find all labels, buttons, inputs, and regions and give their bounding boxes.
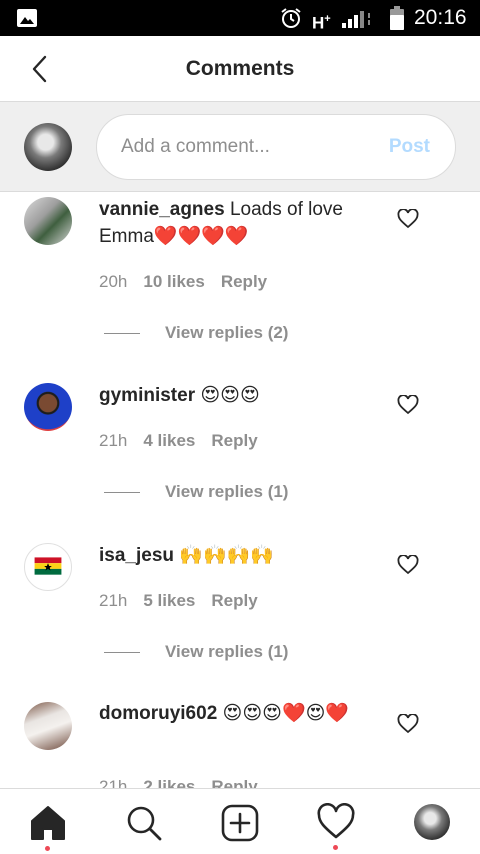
view-replies-button[interactable]: View replies (1): [104, 481, 288, 503]
page-title: Comments: [185, 57, 295, 80]
username[interactable]: isa_jesu: [99, 545, 174, 566]
like-heart-icon[interactable]: [397, 714, 419, 734]
reply-button[interactable]: Reply: [211, 777, 257, 788]
reply-button[interactable]: Reply: [221, 272, 267, 291]
comment-input[interactable]: [121, 115, 371, 179]
comment-item: gyminister 😍😍😍 21h 4 likes Reply View repl…: [0, 373, 480, 533]
comment-meta: 20h 10 likes Reply: [99, 271, 283, 293]
view-replies-button[interactable]: View replies (1): [104, 641, 288, 663]
top-bar: Comments: [0, 36, 480, 102]
replies-divider: [104, 333, 140, 335]
search-icon[interactable]: [124, 803, 164, 843]
replies-divider: [104, 652, 140, 654]
bottom-navigation: [0, 788, 480, 854]
user-avatar[interactable]: [24, 197, 72, 245]
comment-item: isa_jesu 🙌🙌🙌🙌 21h 5 likes Reply View repli…: [0, 533, 480, 693]
username[interactable]: vannie_agnes: [99, 199, 225, 220]
user-avatar[interactable]: [24, 702, 72, 750]
like-heart-icon[interactable]: [397, 209, 419, 229]
replies-divider: [104, 492, 140, 494]
comment-meta: 21h 2 likes Reply: [99, 776, 274, 788]
comment-text: vannie_agnes Loads of love Emma❤️❤️❤️❤️: [99, 199, 343, 247]
likes-count[interactable]: 5 likes: [143, 591, 195, 610]
like-heart-icon[interactable]: [397, 555, 419, 575]
like-heart-icon[interactable]: [397, 395, 419, 415]
post-button[interactable]: Post: [389, 136, 430, 158]
reply-button[interactable]: Reply: [211, 591, 257, 610]
comment-time: 20h: [99, 272, 128, 291]
profile-avatar[interactable]: [414, 804, 450, 840]
activity-heart-icon[interactable]: [316, 803, 356, 843]
likes-count[interactable]: 10 likes: [143, 272, 204, 291]
battery-icon: [390, 6, 404, 30]
comment-emoji: ❤️❤️❤️❤️: [153, 225, 249, 247]
gallery-icon: [17, 9, 37, 27]
reply-button[interactable]: Reply: [211, 431, 257, 450]
home-notification-dot: [45, 846, 50, 851]
activity-notification-dot: [333, 845, 338, 850]
comment-item: domoruyi602 😍😍😍❤️😍❤️ 21h 2 likes Reply: [0, 693, 480, 788]
comments-list[interactable]: vannie_agnes Loads of love Emma❤️❤️❤️❤️ …: [0, 193, 480, 788]
comment-text: domoruyi602 😍😍😍❤️😍❤️: [99, 700, 384, 727]
comment-emoji: 😍😍😍❤️😍❤️: [222, 702, 350, 724]
user-avatar[interactable]: [24, 543, 72, 591]
add-post-icon[interactable]: [220, 803, 260, 843]
ghana-logo-icon: [34, 557, 62, 575]
likes-count[interactable]: 4 likes: [143, 431, 195, 450]
likes-count[interactable]: 2 likes: [143, 777, 195, 788]
signal-icon: [342, 11, 370, 28]
comment-emoji: 🙌🙌🙌🙌: [179, 544, 274, 566]
comment-field[interactable]: Post: [96, 114, 456, 180]
comment-time: 21h: [99, 777, 128, 788]
current-user-avatar: [24, 123, 72, 171]
alarm-icon: [281, 8, 301, 28]
comment-meta: 21h 4 likes Reply: [99, 430, 274, 452]
comment-meta: 21h 5 likes Reply: [99, 590, 274, 612]
comment-time: 21h: [99, 591, 128, 610]
comment-emoji: 😍😍😍: [200, 384, 260, 406]
home-icon[interactable]: [28, 803, 68, 843]
username[interactable]: domoruyi602: [99, 703, 217, 724]
comment-composer: Post: [0, 102, 480, 192]
comment-text: gyminister 😍😍😍: [99, 382, 389, 409]
clock: 20:16: [414, 6, 467, 29]
status-bar: H+ 20:16: [0, 0, 480, 36]
network-type: H+: [312, 13, 331, 33]
view-replies-button[interactable]: View replies (2): [104, 322, 288, 344]
comment-time: 21h: [99, 431, 128, 450]
user-avatar[interactable]: [24, 383, 72, 431]
comment-text: isa_jesu 🙌🙌🙌🙌: [99, 542, 389, 569]
username[interactable]: gyminister: [99, 385, 195, 406]
comment-item: vannie_agnes Loads of love Emma❤️❤️❤️❤️ …: [0, 193, 480, 373]
